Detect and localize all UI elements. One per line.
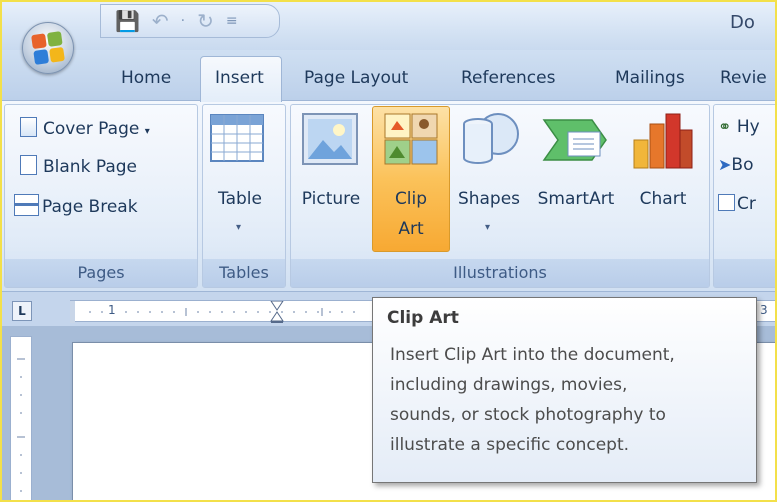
smartart-icon[interactable] (540, 114, 612, 168)
ruler-number-3: 3 (760, 303, 768, 317)
undo-icon[interactable]: ↶ (152, 11, 169, 31)
cover-page-dropdown-icon: ▾ (144, 126, 150, 137)
page-break-label: Page Break (42, 197, 138, 217)
shapes-label[interactable]: Shapes (452, 186, 526, 213)
tooltip-line: Insert Clip Art into the document, (390, 345, 675, 365)
redo-icon[interactable]: ↻ (197, 11, 214, 31)
quick-access-toolbar: 💾 ↶ · ↻ ≡ (100, 4, 280, 38)
tab-references[interactable]: References (461, 68, 555, 88)
tooltip-line: including drawings, movies, (390, 375, 628, 395)
cross-reference-label: Cr (737, 194, 756, 214)
bookmark-button[interactable]: ➤Bo (718, 155, 753, 175)
group-tables-label: Tables (203, 259, 285, 287)
clip-art-icon[interactable] (383, 112, 439, 166)
bookmark-label: Bo (731, 155, 754, 175)
cover-page-label: Cover Page (43, 119, 140, 139)
clip-art-tooltip: Clip Art Insert Clip Art into the docume… (372, 297, 757, 483)
group-pages-label: Pages (5, 259, 197, 287)
page-break-button[interactable]: Page Break (14, 194, 138, 217)
shapes-icon[interactable] (458, 108, 522, 170)
shapes-dropdown-icon[interactable]: ▾ (485, 222, 490, 233)
group-illustrations-label: Illustrations (291, 259, 709, 287)
table-label[interactable]: Table (210, 186, 270, 213)
tooltip-description: Insert Clip Art into the document, inclu… (387, 340, 737, 460)
tooltip-title: Clip Art (387, 308, 459, 328)
tooltip-line: illustrate a specific concept. (390, 435, 630, 455)
smartart-label[interactable]: SmartArt (528, 186, 624, 213)
clip-art-label-line1: Clip (394, 189, 428, 209)
bookmark-icon: ➤ (718, 155, 732, 174)
customize-icon[interactable]: ≡ (226, 13, 238, 29)
hyperlink-label: Hy (736, 117, 760, 137)
office-logo-icon (31, 31, 65, 65)
tab-review[interactable]: Revie (720, 68, 767, 88)
cover-page-icon (20, 117, 37, 137)
tab-mailings[interactable]: Mailings (615, 68, 685, 88)
hyperlink-icon: ⚭ (718, 117, 732, 136)
group-links-label (714, 259, 777, 287)
clip-art-label-line2: Art (398, 219, 424, 239)
table-dropdown-icon[interactable]: ▾ (236, 222, 241, 233)
blank-page-label: Blank Page (43, 157, 137, 177)
cover-page-button[interactable]: Cover Page ▾ (20, 117, 150, 139)
save-icon[interactable]: 💾 (115, 11, 140, 31)
hyperlink-button[interactable]: ⚭ Hy (718, 117, 760, 137)
tab-insert[interactable]: Insert (215, 68, 264, 88)
picture-icon[interactable] (301, 112, 359, 166)
picture-label[interactable]: Picture (296, 186, 366, 213)
blank-page-icon (20, 155, 37, 175)
page-break-icon (14, 194, 39, 216)
cross-reference-button[interactable]: Cr (718, 194, 756, 214)
vertical-ruler[interactable] (10, 336, 32, 502)
table-icon[interactable] (210, 114, 264, 162)
undo-dropdown-icon[interactable]: · (181, 13, 185, 29)
office-button[interactable] (22, 22, 74, 74)
blank-page-button[interactable]: Blank Page (20, 155, 137, 177)
window-title: Do (730, 12, 755, 33)
chart-icon[interactable] (630, 110, 694, 170)
tab-page-layout[interactable]: Page Layout (304, 68, 408, 88)
tooltip-line: sounds, or stock photography to (390, 405, 666, 425)
cross-reference-icon (718, 194, 735, 211)
tab-selector-icon[interactable]: L (12, 301, 32, 321)
tab-home[interactable]: Home (121, 68, 171, 88)
chart-label[interactable]: Chart (628, 186, 698, 213)
ruler-number-1: 1 (108, 303, 116, 317)
